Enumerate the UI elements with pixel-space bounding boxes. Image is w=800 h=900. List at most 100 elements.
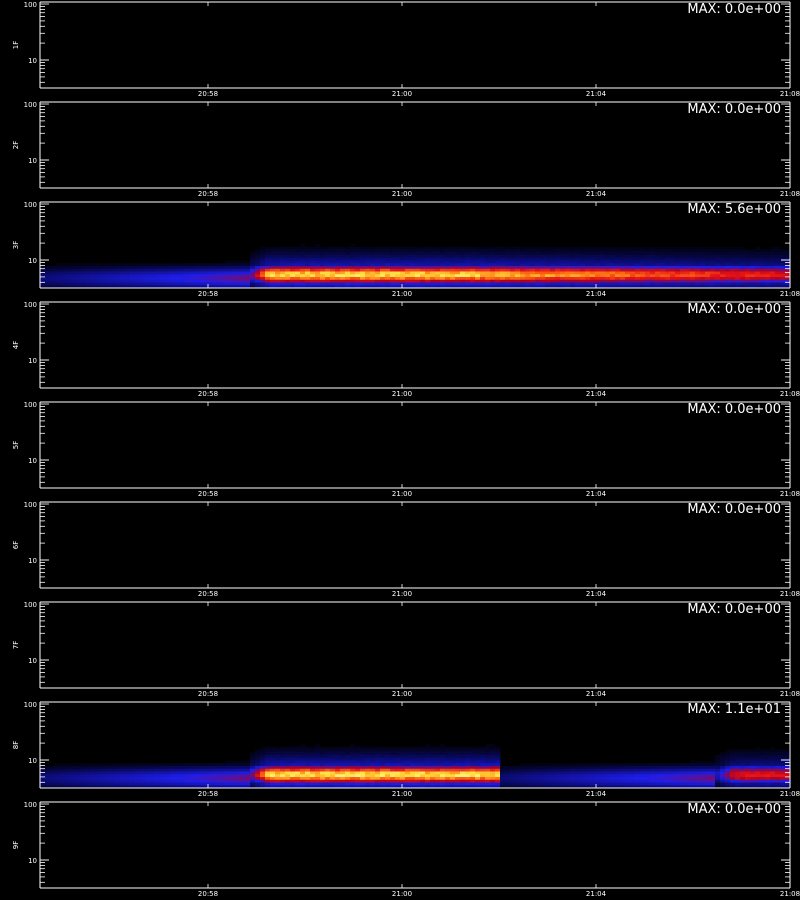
- heat-cell: [775, 282, 781, 286]
- heat-cell: [465, 255, 471, 259]
- heat-cell: [290, 271, 296, 275]
- heat-cell: [770, 768, 776, 772]
- heat-cell: [375, 760, 381, 764]
- heat-cell: [585, 771, 591, 775]
- heat-cell: [180, 771, 186, 775]
- heat-cell: [60, 779, 66, 783]
- heat-cell: [470, 763, 476, 767]
- x-tick-label: 20:58: [198, 190, 218, 198]
- heat-cell: [505, 277, 511, 281]
- heat-cell: [315, 257, 321, 261]
- heat-cell: [370, 257, 376, 261]
- heat-cell: [700, 771, 706, 775]
- heat-cell: [405, 766, 411, 770]
- heat-cell: [150, 263, 156, 267]
- heat-cell: [395, 263, 401, 267]
- heat-cell: [275, 757, 281, 761]
- heat-cell: [480, 246, 486, 250]
- heat-cell: [180, 763, 186, 767]
- heat-cell: [745, 768, 751, 772]
- heat-cell: [265, 266, 271, 270]
- heat-cell: [455, 763, 461, 767]
- heat-cell: [300, 744, 306, 748]
- heat-cell: [275, 771, 281, 775]
- y-ticks: [40, 403, 790, 483]
- heat-cell: [295, 249, 301, 253]
- heat-cell: [420, 766, 426, 770]
- heat-cell: [110, 782, 116, 786]
- heat-cell: [245, 763, 251, 767]
- y-tick-label: 100: [24, 101, 37, 109]
- heat-cell: [180, 263, 186, 267]
- heat-cell: [190, 271, 196, 275]
- heat-cell: [710, 763, 716, 767]
- heat-cell: [300, 757, 306, 761]
- heat-cell: [740, 249, 746, 253]
- heat-cell: [775, 771, 781, 775]
- heat-cell: [680, 282, 686, 286]
- heat-cell: [330, 779, 336, 783]
- heat-cell: [775, 255, 781, 259]
- heat-cell: [350, 263, 356, 267]
- heat-cell: [335, 260, 341, 264]
- heat-cell: [425, 277, 431, 281]
- heat-cell: [570, 249, 576, 253]
- heat-cell: [420, 771, 426, 775]
- heat-cell: [425, 755, 431, 759]
- heat-cell: [285, 246, 291, 250]
- heat-cell: [455, 766, 461, 770]
- heat-cell: [275, 282, 281, 286]
- heat-cell: [375, 782, 381, 786]
- heat-cell: [260, 760, 266, 764]
- heat-cell: [385, 263, 391, 267]
- heat-cell: [735, 766, 741, 770]
- heat-cell: [600, 249, 606, 253]
- heat-cell: [655, 257, 661, 261]
- heat-cell: [565, 260, 571, 264]
- heat-cell: [560, 271, 566, 275]
- heat-cell: [140, 782, 146, 786]
- heat-cell: [345, 779, 351, 783]
- heat-cell: [455, 249, 461, 253]
- heat-cell: [600, 771, 606, 775]
- heat-cell: [380, 246, 386, 250]
- heat-cell: [570, 257, 576, 261]
- heat-cell: [330, 763, 336, 767]
- heat-cell: [405, 255, 411, 259]
- heat-cell: [345, 257, 351, 261]
- heat-cell: [580, 249, 586, 253]
- heat-cell: [170, 779, 176, 783]
- heat-cell: [545, 260, 551, 264]
- heat-cell: [660, 774, 666, 778]
- heat-cell: [500, 768, 506, 772]
- heat-cell: [485, 277, 491, 281]
- heat-cell: [475, 249, 481, 253]
- heat-cell: [440, 746, 446, 750]
- heat-cell: [320, 274, 326, 278]
- heat-cell: [135, 777, 141, 781]
- heat-cell: [565, 779, 571, 783]
- heat-cell: [730, 757, 736, 761]
- heat-cell: [640, 763, 646, 767]
- heat-cell: [765, 252, 771, 256]
- heat-cell: [180, 779, 186, 783]
- heat-cell: [740, 268, 746, 272]
- heat-cell: [425, 752, 431, 756]
- heat-cell: [420, 782, 426, 786]
- heat-cell: [350, 760, 356, 764]
- heat-cell: [590, 277, 596, 281]
- heat-cell: [40, 768, 46, 772]
- heat-cell: [520, 255, 526, 259]
- heat-cell: [290, 757, 296, 761]
- heat-cell: [490, 768, 496, 772]
- heat-cell: [315, 279, 321, 283]
- heat-cell: [585, 282, 591, 286]
- heat-cell: [725, 249, 731, 253]
- heat-cell: [145, 271, 151, 275]
- heat-cell: [340, 771, 346, 775]
- heat-cell: [480, 749, 486, 753]
- heat-cell: [75, 277, 81, 281]
- heat-cell: [445, 274, 451, 278]
- heat-cell: [410, 771, 416, 775]
- heat-cell: [445, 279, 451, 283]
